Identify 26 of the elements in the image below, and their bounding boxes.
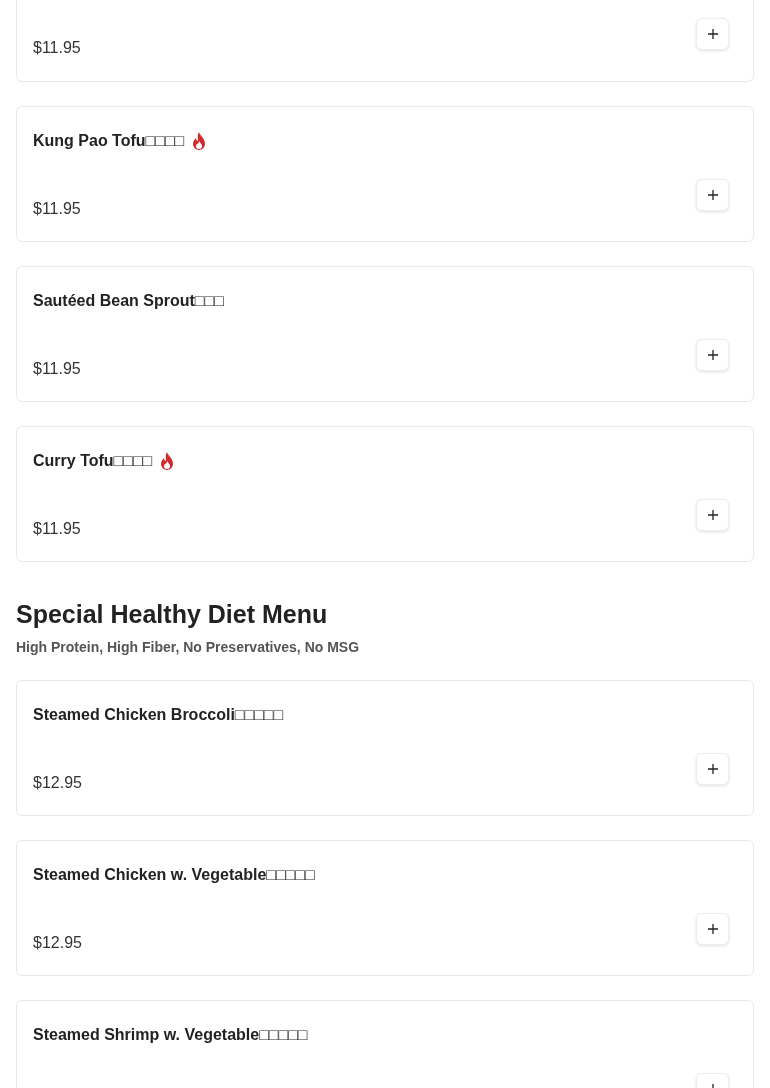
dish-price: $11.95 [33,519,81,538]
dish-name: Steamed Chicken w. Vegetable□□□□□ [33,866,315,884]
dish-name: Kung Pao Tofu□□□□ [33,132,185,150]
add-button[interactable] [696,339,729,371]
dish-price: $12.95 [33,933,82,952]
dish-price: $12.95 [33,773,82,792]
plus-icon [707,510,718,520]
add-button[interactable] [696,753,729,785]
add-button[interactable] [696,17,729,50]
section-subtitle: High Protein, High Fiber, No Preservatives, No MSG [16,639,361,655]
dish-name: Steamed Chicken Broccoli□□□□□ [33,706,284,724]
dish-name: Curry Tofu□□□□ [33,452,153,470]
plus-icon [707,190,718,200]
dish-name: Steamed Shrimp w. Vegetable□□□□□ [33,1026,308,1044]
plus-icon [707,924,718,934]
add-button[interactable] [696,179,729,211]
dish-price: $11.95 [33,37,81,57]
plus-icon [707,764,718,774]
add-button[interactable] [696,913,729,945]
dish-price: $11.95 [33,359,81,378]
plus-icon [707,28,718,39]
dish-name: Sautéed Bean Sprout□□□ [33,292,224,310]
plus-icon [707,350,718,360]
add-button[interactable] [696,499,729,531]
section-title: Special Healthy Diet Menu [16,600,329,629]
dish-price: $11.95 [33,199,81,218]
